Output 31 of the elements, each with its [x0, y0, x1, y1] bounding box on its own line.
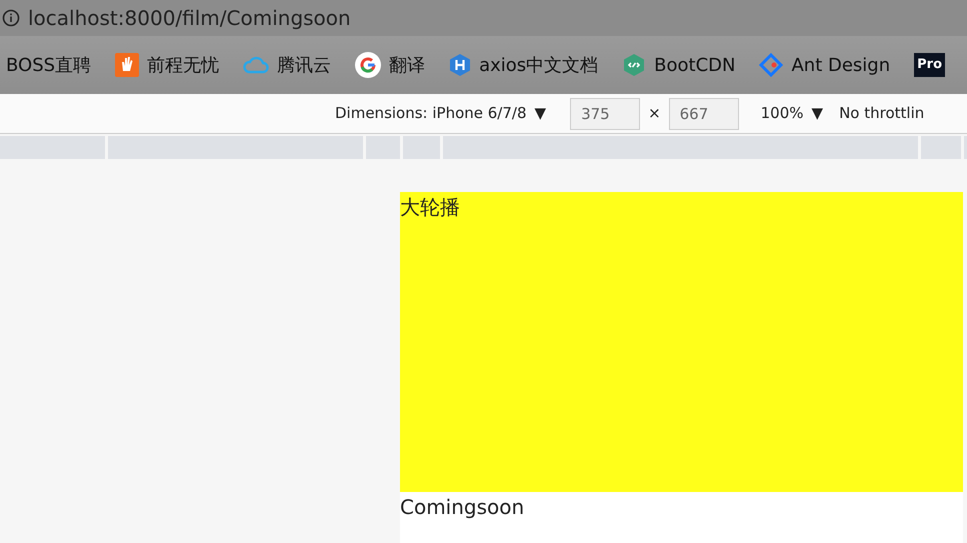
cloud-icon [243, 56, 270, 74]
media-query-bar[interactable] [108, 136, 363, 159]
throttling-dropdown[interactable]: No throttlin [839, 102, 924, 125]
caret-icon[interactable]: ▼ [812, 102, 824, 125]
device-dropdown[interactable]: Dimensions: iPhone 6/7/8 [335, 102, 527, 125]
hand-icon [115, 53, 140, 77]
diamond-icon [759, 53, 784, 77]
info-icon[interactable] [2, 9, 20, 27]
bookmark-label[interactable]: BootCDN [654, 52, 736, 78]
bookmark-item[interactable]: BOSS直聘 [6, 52, 92, 78]
media-query-bar[interactable] [0, 136, 105, 159]
height-field[interactable]: 667 [668, 98, 739, 130]
times-sign: × [648, 103, 661, 124]
google-icon [355, 52, 382, 78]
caret-icon[interactable]: ▼ [534, 102, 546, 125]
banner-text: 大轮播 [400, 195, 460, 219]
media-query-bar[interactable] [403, 136, 440, 159]
bookmark-label[interactable]: 腾讯云 [277, 52, 332, 78]
hexagon-icon [449, 53, 472, 77]
link-icon [622, 53, 646, 77]
bookmark-label[interactable]: 翻译 [389, 52, 426, 78]
pro-logo[interactable]: Pro [914, 53, 945, 77]
bookmark-label[interactable]: Ant Design [791, 52, 890, 78]
media-query-bar[interactable] [921, 136, 961, 159]
zoom-dropdown[interactable]: 100% [760, 102, 804, 125]
media-query-bar[interactable] [366, 136, 400, 159]
bookmark-label[interactable]: axios中文文档 [479, 52, 598, 78]
width-field[interactable]: 375 [570, 98, 640, 130]
media-query-bar[interactable] [443, 136, 918, 159]
page-caption: Comingsoon [400, 494, 524, 521]
bookmark-label[interactable]: 前程无忧 [147, 52, 220, 78]
